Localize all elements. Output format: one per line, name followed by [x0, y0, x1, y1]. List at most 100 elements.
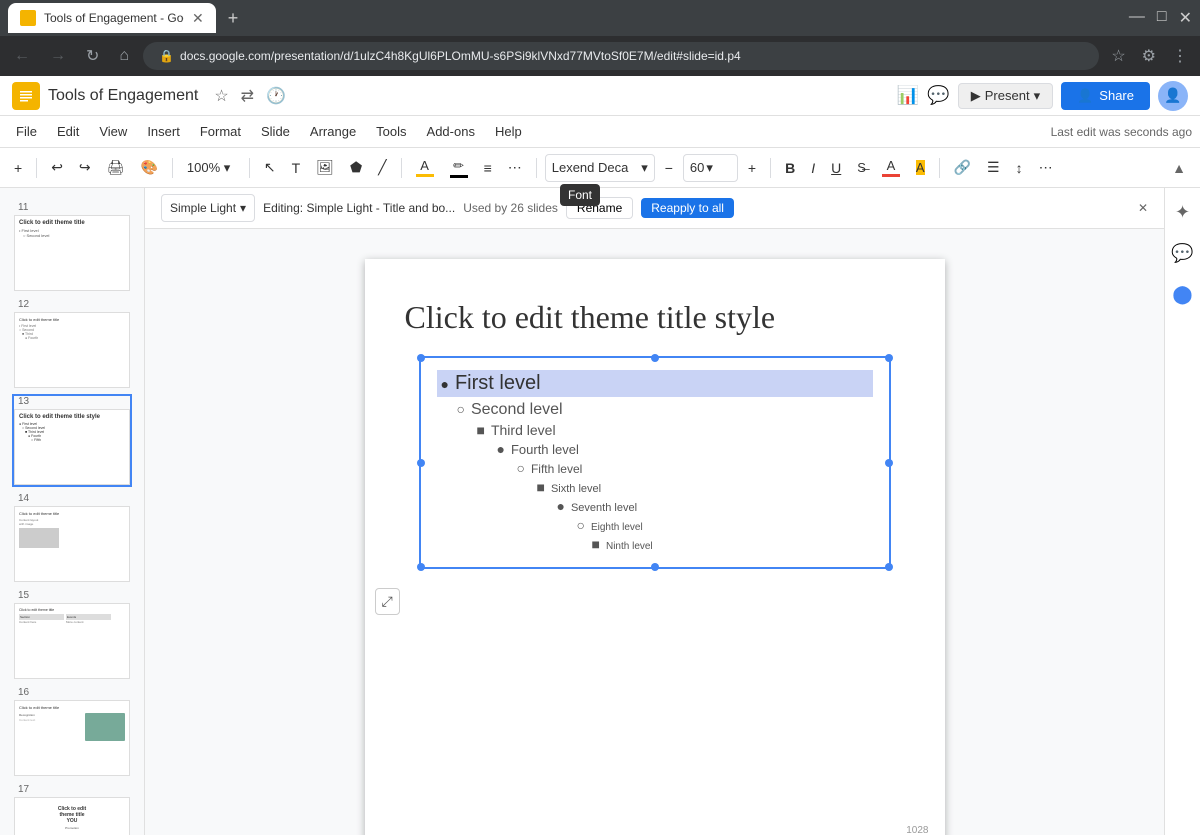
font-selector[interactable]: Lexend Deca ▾ — [545, 154, 655, 182]
share-person-icon: 👤 — [1077, 88, 1093, 104]
highlight-button[interactable]: A — [910, 156, 931, 179]
handle-top-left[interactable] — [417, 354, 425, 362]
font-size-text: 60 — [690, 160, 704, 175]
font-size-dropdown-icon: ▾ — [706, 160, 713, 176]
border-dash-button[interactable]: ⋯ — [502, 155, 528, 180]
reapply-button[interactable]: Reapply to all — [641, 198, 734, 218]
active-tab[interactable]: Tools of Engagement - Google S... ✕ — [8, 3, 216, 33]
minimize-button[interactable]: — — [1129, 8, 1145, 28]
align-button[interactable]: ☰ — [981, 155, 1006, 180]
slide-thumbnail-15[interactable]: 15 Click to edit theme title Section Con… — [12, 588, 132, 681]
slide-thumbnail-16[interactable]: 16 Click to edit theme title Recognition… — [12, 685, 132, 778]
menu-tools[interactable]: Tools — [368, 120, 414, 143]
menu-addons[interactable]: Add-ons — [419, 120, 483, 143]
home-button[interactable]: ⌂ — [113, 43, 135, 69]
present-button[interactable]: ▶ Present ▾ — [958, 83, 1053, 109]
comment-icon[interactable]: 💬 — [927, 85, 949, 106]
underline-button[interactable]: U — [825, 156, 847, 180]
slide-number-14: 14 — [14, 493, 130, 504]
star-button[interactable]: ☆ — [210, 82, 232, 110]
level-5-text: Fifth level — [531, 462, 582, 476]
url-bar[interactable]: 🔒 docs.google.com/presentation/d/1ulzC4h… — [143, 42, 1099, 70]
chat-sidebar-icon[interactable]: ⬤ — [1166, 278, 1198, 311]
font-size-selector[interactable]: 60 ▾ — [683, 154, 738, 182]
border-weight-button[interactable]: ≡ — [478, 156, 498, 180]
redo-button[interactable]: ↪ — [73, 155, 97, 180]
menu-icon[interactable]: ⋮ — [1168, 42, 1192, 70]
print-button[interactable]: 🖨 — [101, 155, 131, 180]
theme-selector[interactable]: Simple Light ▾ — [161, 194, 255, 222]
accessibility-icon[interactable]: 📊 — [897, 85, 919, 106]
user-avatar[interactable]: 👤 — [1158, 81, 1188, 111]
menu-view[interactable]: View — [91, 120, 135, 143]
cursor-mode-button[interactable]: ↖ — [258, 155, 282, 180]
level-8-item: ○ Eighth level — [577, 517, 873, 533]
menu-file[interactable]: File — [8, 120, 45, 143]
close-button[interactable]: ✕ — [1179, 8, 1192, 28]
menu-arrange[interactable]: Arrange — [302, 120, 364, 143]
menu-edit[interactable]: Edit — [49, 120, 87, 143]
handle-bottom-right[interactable] — [885, 563, 893, 571]
line-spacing-button[interactable]: ↕ — [1010, 156, 1029, 180]
forward-button[interactable]: → — [44, 43, 72, 69]
slide-thumbnail-11[interactable]: 11 Click to edit theme title • First lev… — [12, 200, 132, 293]
maximize-button[interactable]: □ — [1157, 8, 1167, 28]
level-7-text: Seventh level — [571, 502, 637, 514]
toolbar-expand-button[interactable]: ▲ — [1166, 156, 1192, 180]
comment-sidebar-icon[interactable]: 💬 — [1165, 237, 1199, 270]
strikethrough-button[interactable]: S̶ — [851, 156, 872, 179]
image-button[interactable]: 🖼 — [310, 155, 340, 180]
extensions-icon[interactable]: ⚙ — [1138, 42, 1160, 70]
menu-format[interactable]: Format — [192, 120, 249, 143]
handle-bottom-middle[interactable] — [651, 563, 659, 571]
slide-thumbnail-12[interactable]: 12 Click to edit theme title • First lev… — [12, 297, 132, 390]
slide-number-indicator: 1028 — [906, 825, 928, 835]
bold-button[interactable]: B — [779, 156, 801, 180]
handle-left-middle[interactable] — [417, 459, 425, 467]
increase-font-button[interactable]: + — [742, 156, 762, 180]
slide-body-container[interactable]: ● First level ○ Second level ■ — [389, 356, 921, 569]
reload-button[interactable]: ↻ — [80, 42, 105, 70]
handle-bottom-left[interactable] — [417, 563, 425, 571]
document-title[interactable]: Tools of Engagement — [48, 87, 198, 105]
handle-right-middle[interactable] — [885, 459, 893, 467]
slide-canvas[interactable]: Click to edit theme title style — [365, 259, 945, 835]
transform-button[interactable]: ⤢ — [375, 588, 400, 615]
share-button[interactable]: 👤 Share — [1061, 82, 1150, 110]
italic-button[interactable]: I — [805, 156, 821, 180]
menu-slide[interactable]: Slide — [253, 120, 298, 143]
border-color-button[interactable]: ✏ — [444, 154, 474, 182]
back-button[interactable]: ← — [8, 43, 36, 69]
more-button[interactable]: ⋯ — [1033, 155, 1059, 180]
paint-format-button[interactable]: 🎨 — [134, 155, 163, 180]
undo-button[interactable]: ↩ — [45, 155, 69, 180]
text-color-button[interactable]: A — [876, 154, 906, 181]
link-button[interactable]: 🔗 — [948, 155, 977, 180]
zoom-selector[interactable]: 100% ▾ — [181, 156, 241, 180]
menu-help[interactable]: Help — [487, 120, 530, 143]
explore-sidebar-icon[interactable]: ✦ — [1169, 196, 1196, 229]
level-1-text: First level — [455, 372, 541, 395]
background-color-button[interactable]: A — [410, 154, 440, 181]
move-button[interactable]: ⇄ — [237, 82, 258, 110]
decrease-font-button[interactable]: − — [659, 156, 679, 180]
bookmark-button[interactable]: ☆ — [1107, 42, 1129, 70]
shapes-button[interactable]: ⬟ — [344, 155, 368, 180]
slide-thumbnail-14[interactable]: 14 Click to edit theme title Content lay… — [12, 491, 132, 584]
text-color-indicator: A — [882, 158, 900, 177]
menu-insert[interactable]: Insert — [139, 120, 188, 143]
banner-close-button[interactable]: ✕ — [1138, 201, 1148, 215]
slide-thumbnail-13[interactable]: 13 Click to edit theme title style ● Fir… — [12, 394, 132, 487]
add-element-button[interactable]: + — [8, 156, 28, 180]
level-9-item: ■ Ninth level — [592, 536, 873, 552]
text-tool-button[interactable]: T — [286, 156, 307, 180]
slide-thumbnail-17[interactable]: 17 Click to edittheme titleYOU Promotion — [12, 782, 132, 835]
new-tab-button[interactable]: + — [224, 4, 243, 33]
line-button[interactable]: ╱ — [372, 155, 392, 180]
slide-inner-15: Click to edit theme title Section Conten… — [14, 603, 130, 679]
tab-close-button[interactable]: ✕ — [192, 10, 204, 27]
handle-top-right[interactable] — [885, 354, 893, 362]
history-button[interactable]: 🕐 — [262, 82, 290, 110]
handle-top-middle[interactable] — [651, 354, 659, 362]
level-4-bullet: ● — [497, 441, 505, 457]
